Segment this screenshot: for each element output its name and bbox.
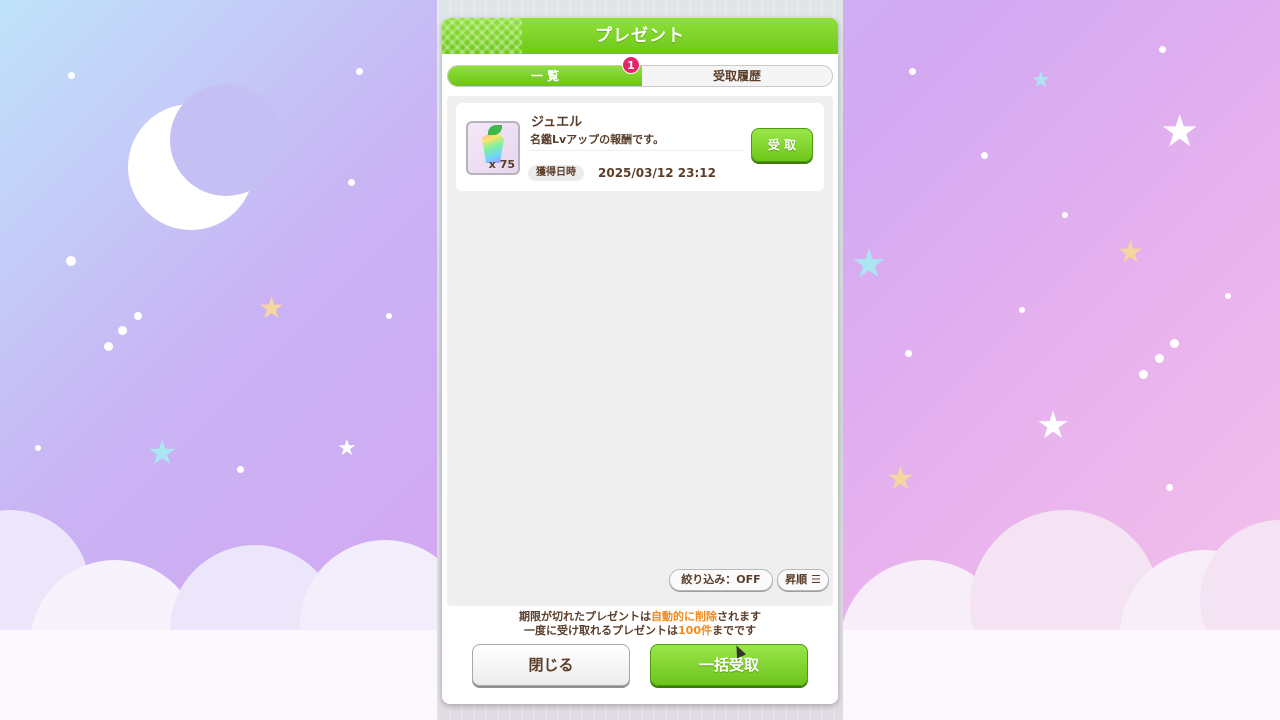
star-icon: ★ <box>337 436 357 461</box>
receive-button[interactable]: 受 取 <box>751 128 813 162</box>
moon-shadow <box>170 84 282 196</box>
star-dot <box>1159 46 1166 53</box>
star-dot <box>905 350 912 357</box>
notice-text-part: 期限が切れたプレゼントは <box>519 610 651 623</box>
star-dot <box>68 72 75 79</box>
star-dot <box>237 466 244 473</box>
notice-text-part: 一度に受け取れるプレゼントは <box>524 624 679 637</box>
tab-list[interactable]: 一 覧 <box>448 66 642 86</box>
tab-history[interactable]: 受取履歴 <box>642 66 832 86</box>
item-description: 名鑑Lvアップの報酬です。 <box>528 129 744 151</box>
star-dot <box>981 152 988 159</box>
notice-text: 期限が切れたプレゼントは自動的に削除されます 一度に受け取れるプレゼントは100… <box>442 610 838 638</box>
star-dot <box>134 312 142 320</box>
star-icon: ★ <box>147 433 178 473</box>
notice-text-part: までです <box>711 624 756 637</box>
present-dialog: プレゼント 一 覧 受取履歴 1 x 75 ジュエル 名鑑Lvアップの報酬です。… <box>442 18 838 704</box>
dialog-header: プレゼント <box>442 18 838 54</box>
star-dot <box>356 68 363 75</box>
star-dot <box>386 313 392 319</box>
filter-button[interactable]: 絞り込み：OFF <box>669 569 773 591</box>
sort-button[interactable]: 昇順 ☰ <box>777 569 829 591</box>
cloud-base <box>840 630 1280 720</box>
star-dot <box>1155 354 1164 363</box>
star-dot <box>1166 484 1173 491</box>
star-dot <box>1170 339 1179 348</box>
star-dot <box>1019 307 1025 313</box>
notice-text-part: されます <box>717 610 761 623</box>
item-quantity: x 75 <box>488 158 515 171</box>
close-button[interactable]: 閉じる <box>472 644 630 686</box>
notice-line-2: 一度に受け取れるプレゼントは100件までです <box>442 624 838 638</box>
star-dot <box>909 68 916 75</box>
bulk-receive-button[interactable]: 一括受取 <box>650 644 808 686</box>
star-dot <box>1139 370 1148 379</box>
notification-badge: 1 <box>622 56 640 74</box>
star-icon: ★ <box>886 459 915 497</box>
star-dot <box>118 326 127 335</box>
star-icon: ★ <box>1117 235 1144 270</box>
date-label: 獲得日時 <box>528 165 584 181</box>
present-list[interactable]: x 75 ジュエル 名鑑Lvアップの報酬です。 獲得日時 2025/03/12 … <box>447 96 833 606</box>
star-icon: ★ <box>258 291 285 326</box>
star-dot <box>1062 212 1068 218</box>
star-dot <box>35 445 41 451</box>
star-icon: ★ <box>1160 106 1200 157</box>
star-icon: ★ <box>851 241 887 287</box>
star-icon: ★ <box>1036 403 1071 447</box>
notice-highlight: 自動的に削除 <box>651 610 717 623</box>
dialog-title: プレゼント <box>595 26 685 46</box>
notice-line-1: 期限が切れたプレゼントは自動的に削除されます <box>442 610 838 624</box>
star-dot <box>104 342 113 351</box>
star-icon: ★ <box>1031 68 1051 93</box>
list-item: x 75 ジュエル 名鑑Lvアップの報酬です。 獲得日時 2025/03/12 … <box>456 103 824 191</box>
star-dot <box>1225 293 1231 299</box>
cloud-base <box>0 630 440 720</box>
item-name: ジュエル <box>531 115 583 130</box>
item-thumbnail: x 75 <box>466 121 520 175</box>
date-value: 2025/03/12 23:12 <box>598 166 716 180</box>
star-dot <box>66 256 76 266</box>
tab-bar: 一 覧 受取履歴 <box>447 65 833 87</box>
star-dot <box>348 179 355 186</box>
notice-highlight: 100件 <box>678 624 712 637</box>
leaf-icon <box>488 125 502 135</box>
